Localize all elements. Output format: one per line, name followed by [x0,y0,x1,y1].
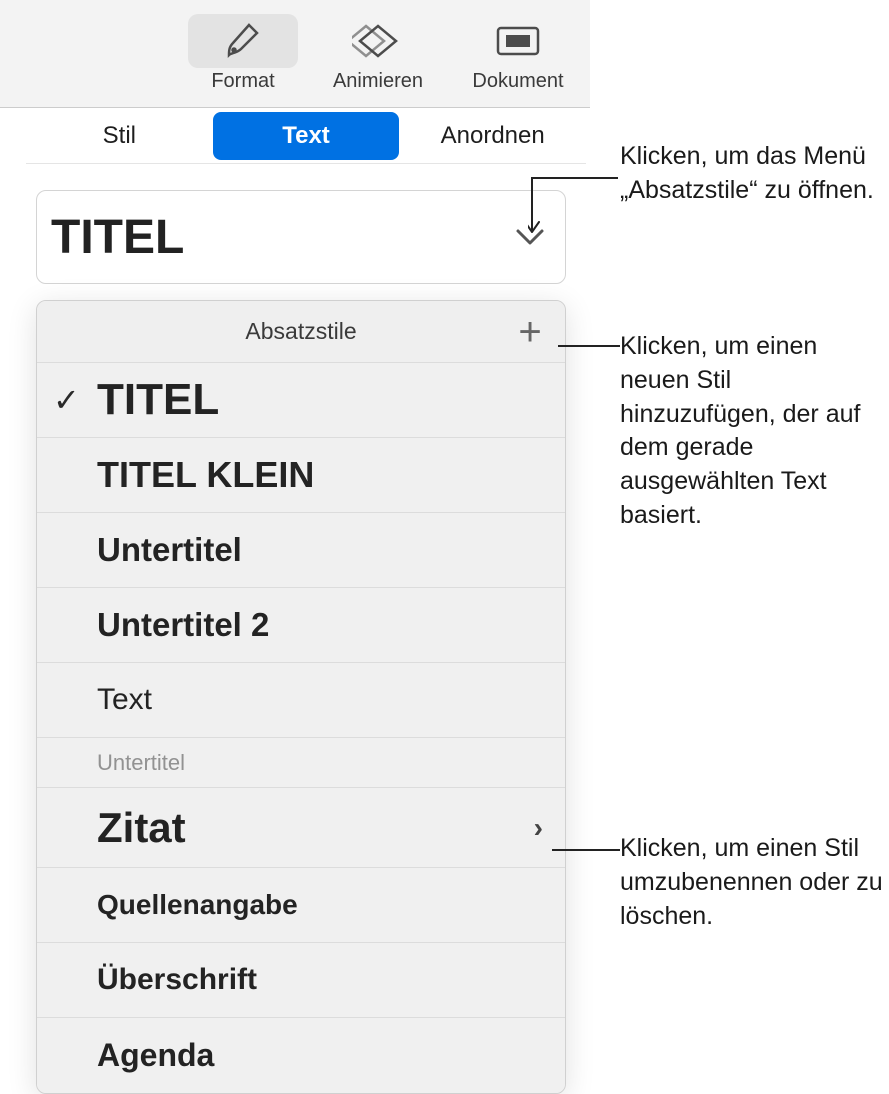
tab-arrange[interactable]: Anordnen [399,108,586,163]
style-label: Überschrift [97,963,257,997]
style-item-zitat[interactable]: Zitat › [37,788,565,868]
diamond-icon [352,22,404,60]
style-item-quellenangabe[interactable]: Quellenangabe [37,868,565,943]
dropdown-header: Absatzstile + [37,301,565,363]
style-item-untertitel-2[interactable]: Untertitel 2 [37,588,565,663]
style-label: Quellenangabe [97,889,298,921]
format-icon-wrap [188,14,298,68]
paragraph-styles-dropdown: Absatzstile + ✓ TITEL TITEL KLEIN Untert… [36,300,566,1094]
chevron-down-icon [515,228,545,246]
tab-text[interactable]: Text [213,112,400,160]
animate-label: Animieren [333,70,423,93]
callout-rename-delete: Klicken, um einen Stil umzubenennen oder… [620,832,888,933]
paragraph-style-current: TITEL [51,210,184,265]
style-label: Untertitel [97,750,185,776]
style-label: Untertitel 2 [97,606,269,644]
format-label: Format [211,70,274,93]
document-label: Dokument [472,70,563,93]
callout-add-style: Klicken, um einen neuen Stil hinzuzufüge… [620,330,888,533]
style-label: TITEL KLEIN [97,454,314,496]
animate-icon-wrap [323,14,433,68]
style-label: Text [97,683,152,717]
style-item-titel[interactable]: ✓ TITEL [37,363,565,438]
style-label: Untertitel [97,531,242,569]
callout-open-menu: Klicken, um das Menü „Absatzstile“ zu öf… [620,140,888,208]
style-label: Agenda [97,1037,214,1074]
style-item-caption[interactable]: Untertitel [37,738,565,788]
chevron-right-icon[interactable]: › [534,812,543,844]
style-label: Zitat [97,804,186,852]
style-item-text[interactable]: Text [37,663,565,738]
add-style-button[interactable]: + [513,315,547,349]
checkmark-icon: ✓ [53,381,80,419]
document-button[interactable]: Dokument [448,14,588,100]
paintbrush-icon [223,21,263,61]
paragraph-styles-list: ✓ TITEL TITEL KLEIN Untertitel Untertite… [37,363,565,1093]
inspector-toolbar: Format Animieren Dokument [0,0,590,108]
style-item-untertitel[interactable]: Untertitel [37,513,565,588]
format-button[interactable]: Format [178,14,308,100]
style-item-ueberschrift[interactable]: Überschrift [37,943,565,1018]
inspector-tabs: Stil Text Anordnen [26,108,586,164]
animate-button[interactable]: Animieren [308,14,448,100]
document-icon-wrap [463,14,573,68]
style-label: TITEL [97,375,219,425]
style-item-agenda[interactable]: Agenda [37,1018,565,1093]
style-item-titel-klein[interactable]: TITEL KLEIN [37,438,565,513]
plus-icon: + [518,312,541,352]
document-icon [496,24,540,58]
paragraph-style-selector[interactable]: TITEL [36,190,566,284]
dropdown-title: Absatzstile [245,318,356,345]
tab-style[interactable]: Stil [26,108,213,163]
leader-line-2 [558,338,622,354]
